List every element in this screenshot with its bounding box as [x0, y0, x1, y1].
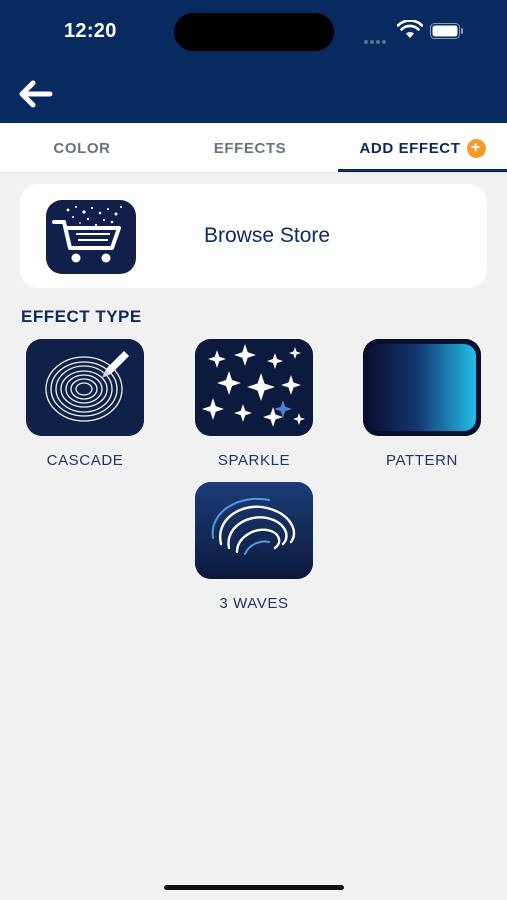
effect-3-waves-label: 3 WAVES	[219, 595, 289, 612]
tab-effects-label: EFFECTS	[213, 139, 287, 157]
back-button[interactable]	[16, 76, 56, 112]
tab-color-label: COLOR	[53, 139, 111, 157]
effect-pattern-label: PATTERN	[386, 452, 458, 469]
home-indicator[interactable]	[164, 885, 344, 890]
cellular-signal-icon	[364, 31, 388, 49]
cascade-swirl-icon	[26, 339, 144, 436]
sparkle-stars-icon	[195, 339, 313, 436]
plus-circle-icon: +	[466, 138, 486, 158]
dynamic-island	[174, 13, 334, 51]
battery-icon	[430, 23, 463, 39]
waves-icon	[195, 482, 313, 579]
header-bar: 12:20	[0, 0, 507, 123]
tab-color[interactable]: COLOR	[0, 123, 164, 173]
effect-pattern[interactable]: PATTERN	[357, 339, 487, 469]
effect-sparkle-label: SPARKLE	[217, 452, 291, 469]
section-title: EFFECT TYPE	[21, 307, 142, 326]
status-time: 12:20	[64, 20, 117, 42]
tab-add-effect-label: ADD EFFECT	[359, 139, 461, 157]
effect-cascade-label: CASCADE	[46, 452, 124, 469]
wifi-icon	[397, 20, 423, 38]
browse-store-label: Browse Store	[204, 224, 331, 247]
tab-bar: COLOR EFFECTS ADD EFFECT +	[0, 123, 507, 173]
pattern-gradient-icon	[363, 339, 481, 436]
active-tab-indicator	[338, 169, 507, 172]
effect-cascade[interactable]: CASCADE	[20, 339, 150, 469]
effect-sparkle[interactable]: SPARKLE	[189, 339, 319, 469]
arrow-left-icon	[19, 80, 53, 108]
tab-add-effect[interactable]: ADD EFFECT +	[338, 123, 507, 173]
tab-effects[interactable]: EFFECTS	[168, 123, 332, 173]
shopping-cart-icon	[46, 200, 136, 274]
browse-store-button[interactable]: Browse Store	[20, 184, 487, 288]
effect-3-waves[interactable]: 3 WAVES	[189, 482, 319, 612]
